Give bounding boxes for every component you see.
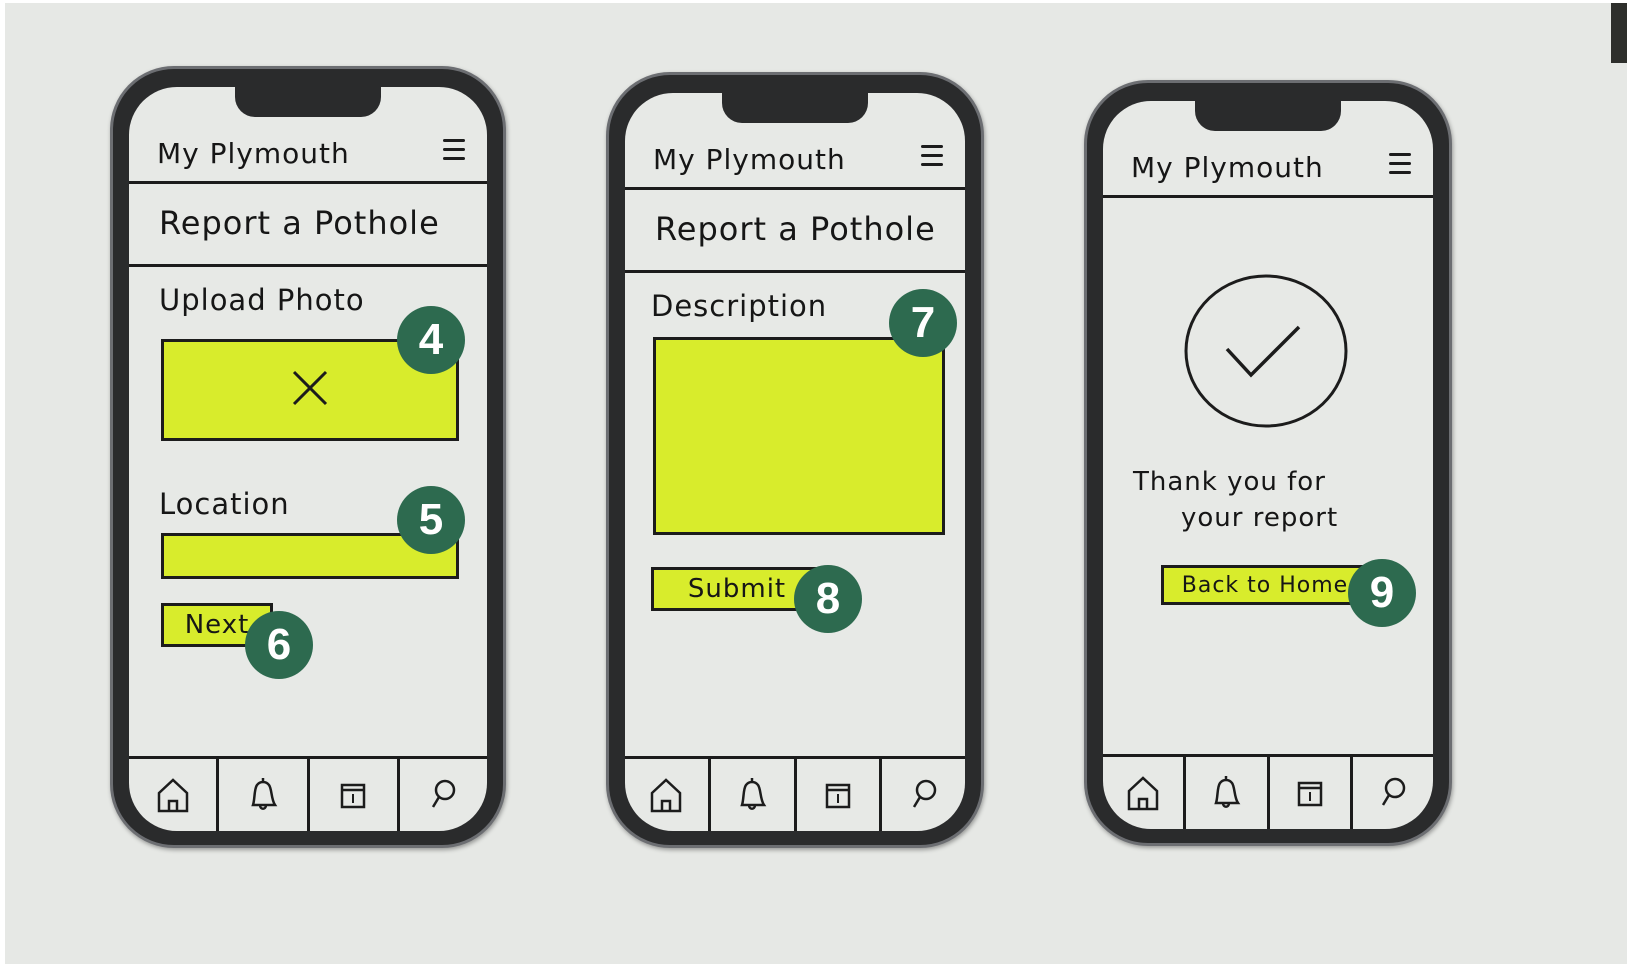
- menu-icon[interactable]: [921, 145, 943, 167]
- menu-icon[interactable]: [1389, 153, 1411, 175]
- search-icon: [1381, 777, 1406, 806]
- bell-icon: [251, 778, 278, 810]
- page-title: Report a Pothole: [159, 204, 440, 242]
- tab-search[interactable]: [882, 759, 965, 831]
- close-icon: [292, 370, 328, 406]
- app-header: My Plymouth: [625, 127, 965, 190]
- page-heading: Report a Pothole: [625, 190, 965, 273]
- menu-icon[interactable]: [443, 139, 465, 161]
- bell-icon: [740, 778, 767, 810]
- annotation-badge-6: 6: [245, 611, 313, 679]
- back-to-home-button[interactable]: Back to Home: [1161, 565, 1369, 605]
- page-title: Report a Pothole: [655, 210, 936, 248]
- search-icon: [432, 779, 456, 808]
- calendar-icon: [825, 783, 851, 809]
- phone-notch: [235, 83, 381, 117]
- tab-notifications[interactable]: [1186, 757, 1270, 829]
- page-heading: Report a Pothole: [129, 184, 487, 267]
- tab-home[interactable]: [129, 759, 220, 831]
- description-label: Description: [651, 289, 828, 323]
- location-label: Location: [159, 487, 290, 521]
- tab-notifications[interactable]: [219, 759, 310, 831]
- phone-screen-2: My Plymouth Report a Pothole Description…: [606, 72, 984, 848]
- search-icon: [912, 779, 936, 808]
- app-title: My Plymouth: [653, 143, 846, 176]
- phone-screen-1: My Plymouth Report a Pothole Upload Phot…: [110, 66, 506, 848]
- tab-calendar[interactable]: [797, 759, 883, 831]
- tab-notifications[interactable]: [711, 759, 797, 831]
- home-icon: [157, 778, 188, 813]
- tab-search[interactable]: [1353, 757, 1433, 829]
- checkmark-circle-icon: [1184, 274, 1348, 428]
- description-textarea[interactable]: [653, 337, 945, 535]
- app-title: My Plymouth: [157, 137, 350, 170]
- calendar-icon: [340, 783, 366, 809]
- annotation-badge-8: 8: [794, 565, 862, 633]
- annotation-badge-5: 5: [397, 486, 465, 554]
- calendar-icon: [1297, 781, 1322, 807]
- tab-home[interactable]: [625, 759, 711, 831]
- tab-bar: [129, 756, 487, 831]
- screen-content: My Plymouth Report a Pothole Description…: [625, 93, 965, 831]
- tab-bar: [625, 756, 965, 831]
- home-icon: [651, 778, 682, 813]
- phone-notch: [1195, 97, 1341, 131]
- tab-home[interactable]: [1103, 757, 1187, 829]
- paper-edge: [1611, 3, 1627, 63]
- upload-photo-label: Upload Photo: [159, 283, 365, 317]
- tab-search[interactable]: [400, 759, 487, 831]
- annotation-badge-7: 7: [889, 289, 957, 357]
- thank-you-line-2: your report: [1181, 503, 1339, 533]
- tab-calendar[interactable]: [1270, 757, 1353, 829]
- annotation-badge-9: 9: [1348, 559, 1416, 627]
- app-header: My Plymouth: [1103, 135, 1433, 198]
- app-header: My Plymouth: [129, 121, 487, 184]
- screen-content: My Plymouth Report a Pothole Upload Phot…: [129, 87, 487, 831]
- phone-screen-3: My Plymouth Thank you for your report Ba…: [1084, 80, 1452, 846]
- thank-you-line-1: Thank you for: [1133, 467, 1326, 497]
- tab-calendar[interactable]: [310, 759, 400, 831]
- screen-content: My Plymouth Thank you for your report Ba…: [1103, 101, 1433, 829]
- phone-notch: [722, 89, 868, 123]
- bell-icon: [1214, 776, 1241, 808]
- annotation-badge-4: 4: [397, 306, 465, 374]
- tab-bar: [1103, 754, 1433, 829]
- app-title: My Plymouth: [1131, 151, 1324, 184]
- home-icon: [1127, 776, 1159, 811]
